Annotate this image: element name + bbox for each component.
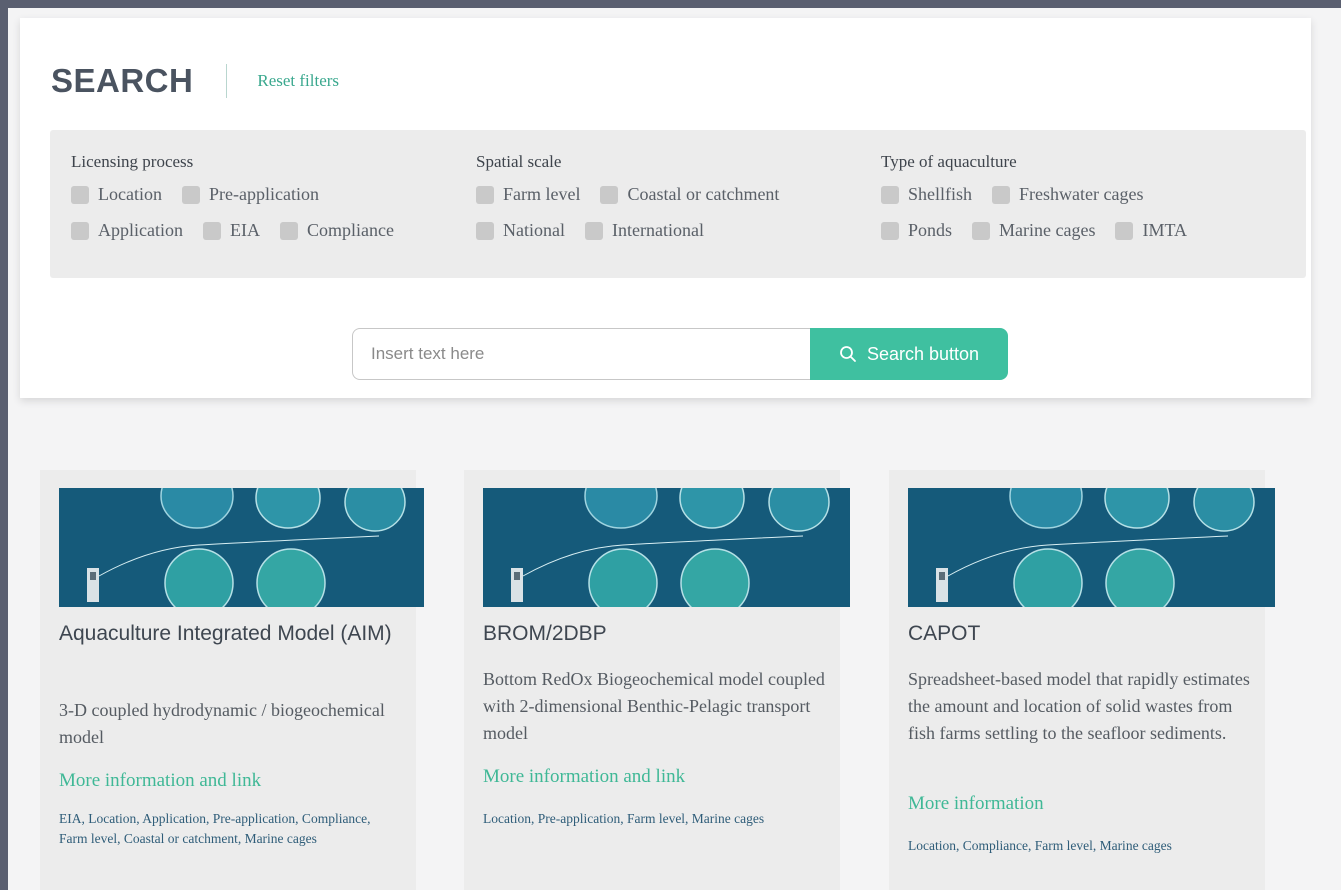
checkbox-box[interactable] — [1115, 221, 1134, 240]
checkbox-location[interactable]: Location — [71, 184, 162, 205]
checkbox-box[interactable] — [202, 221, 221, 240]
card-description: Spreadsheet-based model that rapidly est… — [908, 669, 1250, 743]
filter-row: Application EIA Compliance — [71, 220, 414, 241]
checkbox-box[interactable] — [476, 185, 494, 204]
checkbox-label: Shellfish — [908, 184, 973, 204]
card-tags: Location, Compliance, Farm level, Marine… — [908, 838, 1172, 853]
checkbox-compliance[interactable]: Compliance — [279, 220, 394, 241]
checkbox-label: Ponds — [908, 220, 953, 240]
checkbox-label: Coastal or catchment — [627, 184, 780, 204]
checkbox-label: International — [611, 220, 704, 240]
filter-row: Location Pre-application — [71, 184, 414, 205]
checkbox-box[interactable] — [972, 221, 991, 240]
filters-box: Licensing process Location Pre-applicati… — [50, 130, 1306, 278]
card-description: 3-D coupled hydrodynamic / biogeochemica… — [59, 700, 385, 747]
header-divider — [226, 64, 228, 98]
search-button[interactable]: Search button — [810, 328, 1008, 380]
checkbox-eia[interactable]: EIA — [202, 220, 260, 241]
checkbox-label: EIA — [229, 220, 260, 240]
card-more-info-link[interactable]: More information — [908, 793, 1044, 815]
checkbox-farm-level[interactable]: Farm level — [476, 184, 580, 205]
checkbox-label: Location — [98, 184, 162, 204]
checkbox-international[interactable]: International — [584, 220, 704, 241]
card-more-info-link[interactable]: More information and link — [59, 770, 261, 792]
search-panel: SEARCH Reset filters Licensing process L… — [20, 18, 1311, 398]
checkbox-box[interactable] — [584, 221, 603, 240]
checkbox-box[interactable] — [992, 185, 1011, 204]
filter-group-spatial: Spatial scale Farm level Coastal or catc… — [476, 152, 799, 256]
filter-heading-spatial: Spatial scale — [476, 152, 562, 171]
page: SEARCH Reset filters Licensing process L… — [8, 8, 1341, 890]
model-card: BROM/2DBP Bottom RedOx Biogeochemical mo… — [464, 470, 850, 890]
card-image — [908, 488, 1275, 607]
checkbox-box[interactable] — [181, 185, 200, 204]
checkbox-label: Compliance — [306, 220, 394, 240]
checkbox-label: National — [503, 220, 565, 240]
checkbox-coastal-catchment[interactable]: Coastal or catchment — [600, 184, 779, 205]
model-card: Aquaculture Integrated Model (AIM) 3-D c… — [40, 470, 424, 890]
checkbox-pre-application[interactable]: Pre-application — [181, 184, 319, 205]
filter-group-aquaculture: Type of aquaculture Shellfish Freshwater… — [881, 152, 1207, 256]
checkbox-box[interactable] — [476, 221, 494, 240]
checkbox-label: Application — [98, 220, 183, 240]
card-image — [59, 488, 424, 607]
card-title: Aquaculture Integrated Model (AIM) — [59, 622, 392, 645]
filter-group-licensing: Licensing process Location Pre-applicati… — [71, 152, 414, 256]
search-title: SEARCH — [51, 62, 194, 99]
checkbox-label: Freshwater cages — [1019, 184, 1144, 204]
search-header: SEARCH Reset filters — [51, 62, 339, 100]
checkbox-ponds[interactable]: Ponds — [881, 220, 952, 241]
checkbox-imta[interactable]: IMTA — [1115, 220, 1187, 241]
checkbox-label: Pre-application — [208, 184, 319, 204]
checkbox-freshwater-cages[interactable]: Freshwater cages — [992, 184, 1143, 205]
model-card: CAPOT Spreadsheet-based model that rapid… — [889, 470, 1275, 890]
filter-row: National International — [476, 220, 799, 241]
card-tags: Location, Pre-application, Farm level, M… — [483, 811, 765, 826]
checkbox-box[interactable] — [71, 185, 89, 204]
checkbox-marine-cages[interactable]: Marine cages — [972, 220, 1095, 241]
checkbox-label: IMTA — [1142, 220, 1188, 240]
card-more-info-link[interactable]: More information and link — [483, 766, 685, 788]
checkbox-label: Farm level — [503, 184, 581, 204]
checkbox-shellfish[interactable]: Shellfish — [881, 184, 972, 205]
filter-heading-aquaculture: Type of aquaculture — [881, 152, 1017, 171]
filter-row: Shellfish Freshwater cages — [881, 184, 1207, 205]
card-image — [483, 488, 850, 607]
search-button-label: Search button — [866, 343, 980, 364]
card-title: BROM/2DBP — [483, 622, 607, 645]
filter-row: Farm level Coastal or catchment — [476, 184, 799, 205]
checkbox-label: Marine cages — [999, 220, 1096, 240]
card-description: Bottom RedOx Biogeochemical model couple… — [483, 669, 825, 743]
checkbox-box[interactable] — [881, 185, 899, 204]
reset-filters-link[interactable]: Reset filters — [257, 71, 339, 91]
filter-heading-licensing: Licensing process — [71, 152, 194, 171]
search-icon — [840, 346, 856, 362]
checkbox-box[interactable] — [279, 221, 298, 240]
search-bar: Search button — [352, 328, 1008, 380]
card-tags: EIA, Location, Application, Pre-applicat… — [59, 811, 371, 846]
checkbox-national[interactable]: National — [476, 220, 565, 241]
search-input[interactable] — [352, 328, 810, 380]
checkbox-box[interactable] — [71, 221, 89, 240]
filter-row: Ponds Marine cages IMTA — [881, 220, 1207, 241]
checkbox-box[interactable] — [881, 221, 899, 240]
checkbox-application[interactable]: Application — [71, 220, 183, 241]
checkbox-box[interactable] — [600, 185, 619, 204]
card-title: CAPOT — [908, 622, 981, 645]
